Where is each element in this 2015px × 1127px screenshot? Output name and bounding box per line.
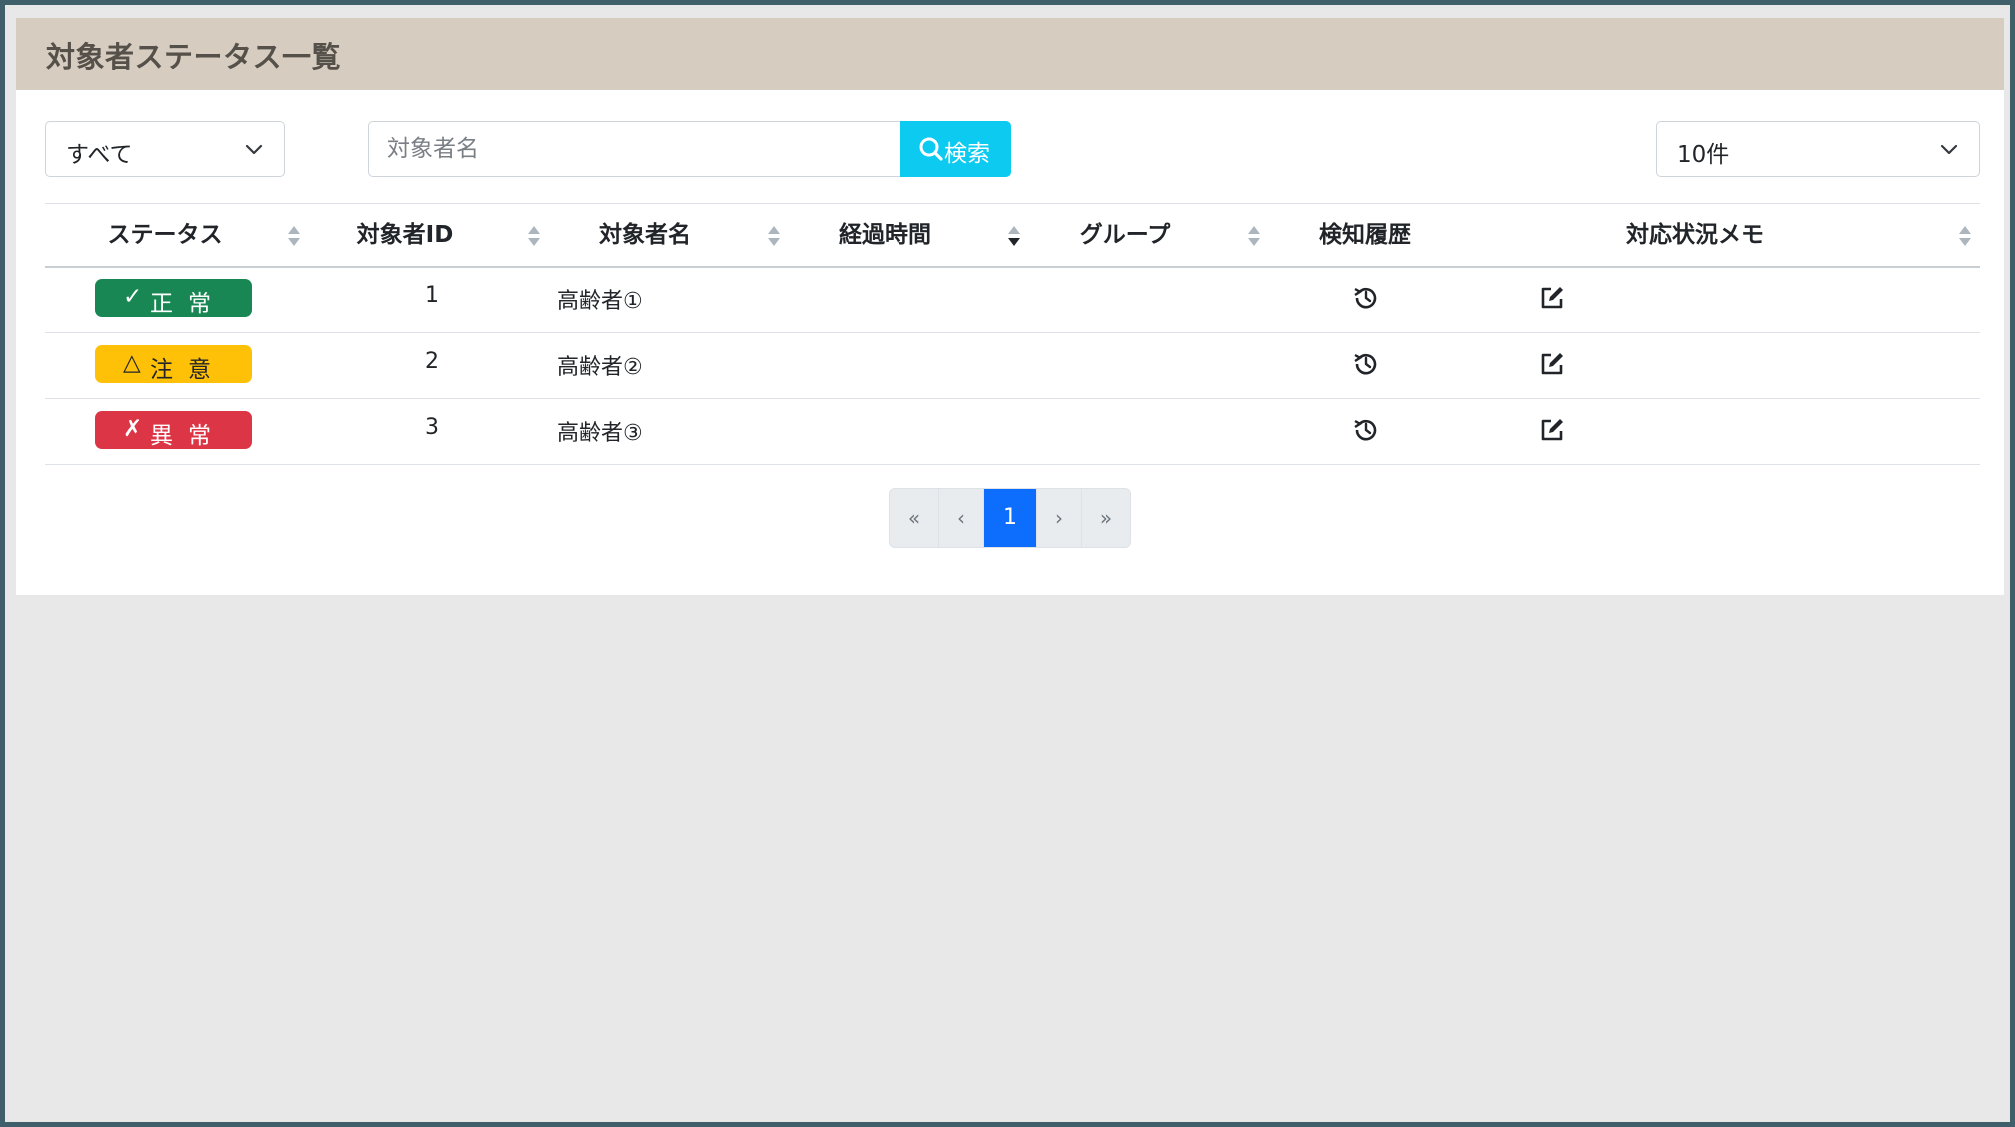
column-header-memo[interactable]: 対応状況メモ — [1485, 204, 1905, 266]
history-icon[interactable] — [1351, 283, 1381, 313]
edit-memo-icon[interactable] — [1537, 283, 1567, 313]
panel-header: 対象者ステータス一覧 — [16, 18, 2004, 90]
column-header-group[interactable]: グループ — [1005, 204, 1245, 266]
status-list-panel: 対象者ステータス一覧 すべて 検索 10件 — [16, 18, 2004, 595]
status-badge-abnormal: ✗ 異常 — [95, 411, 252, 449]
pagination: « ‹ 1 › » — [889, 488, 1131, 548]
column-header-history: 検知履歴 — [1319, 222, 1411, 248]
subject-name: 高齢者① — [557, 289, 643, 314]
prev-page-button[interactable]: ‹ — [939, 489, 984, 547]
column-header-elapsed[interactable]: 経過時間 — [765, 204, 1005, 266]
history-icon[interactable] — [1351, 349, 1381, 379]
page-size-value: 10件 — [1677, 142, 1730, 168]
status-badge-caution: △ 注意 — [95, 345, 252, 383]
page-size-select[interactable]: 10件 — [1656, 121, 1980, 177]
last-page-button[interactable]: » — [1082, 489, 1130, 547]
chevron-down-icon — [1940, 144, 1958, 155]
app-window: 対象者ステータス一覧 すべて 検索 10件 — [0, 0, 2015, 1127]
status-badge-normal: ✓ 正常 — [95, 279, 252, 317]
search-button[interactable]: 検索 — [900, 121, 1011, 177]
subject-id: 2 — [425, 349, 439, 374]
status-filter-select[interactable]: すべて — [45, 121, 285, 177]
first-page-button[interactable]: « — [890, 489, 939, 547]
search-icon — [919, 137, 943, 161]
subject-name: 高齢者③ — [557, 421, 643, 446]
search-button-label: 検索 — [944, 141, 990, 167]
column-header-name[interactable]: 対象者名 — [525, 204, 765, 266]
subject-name: 高齢者② — [557, 355, 643, 380]
subject-id: 1 — [425, 283, 439, 308]
table-row: △ 注意 2 高齢者② — [45, 333, 1980, 399]
next-page-button[interactable]: › — [1037, 489, 1082, 547]
subject-id: 3 — [425, 415, 439, 440]
column-header-id[interactable]: 対象者ID — [285, 204, 525, 266]
history-icon[interactable] — [1351, 415, 1381, 445]
table-header: ステータス 対象者ID 対象者名 経過時間 グループ 検知履歴 対応状況メモ — [45, 203, 1980, 268]
edit-memo-icon[interactable] — [1537, 415, 1567, 445]
table-row: ✓ 正常 1 高齢者① — [45, 267, 1980, 333]
table-row: ✗ 異常 3 高齢者③ — [45, 399, 1980, 465]
search-input[interactable] — [368, 121, 900, 177]
status-filter-value: すべて — [66, 142, 133, 168]
edit-memo-icon[interactable] — [1537, 349, 1567, 379]
column-header-status[interactable]: ステータス — [45, 204, 285, 266]
page-title: 対象者ステータス一覧 — [46, 40, 342, 74]
page-1-button[interactable]: 1 — [984, 489, 1037, 547]
chevron-down-icon — [245, 144, 263, 155]
sort-icon[interactable] — [1958, 224, 1972, 248]
